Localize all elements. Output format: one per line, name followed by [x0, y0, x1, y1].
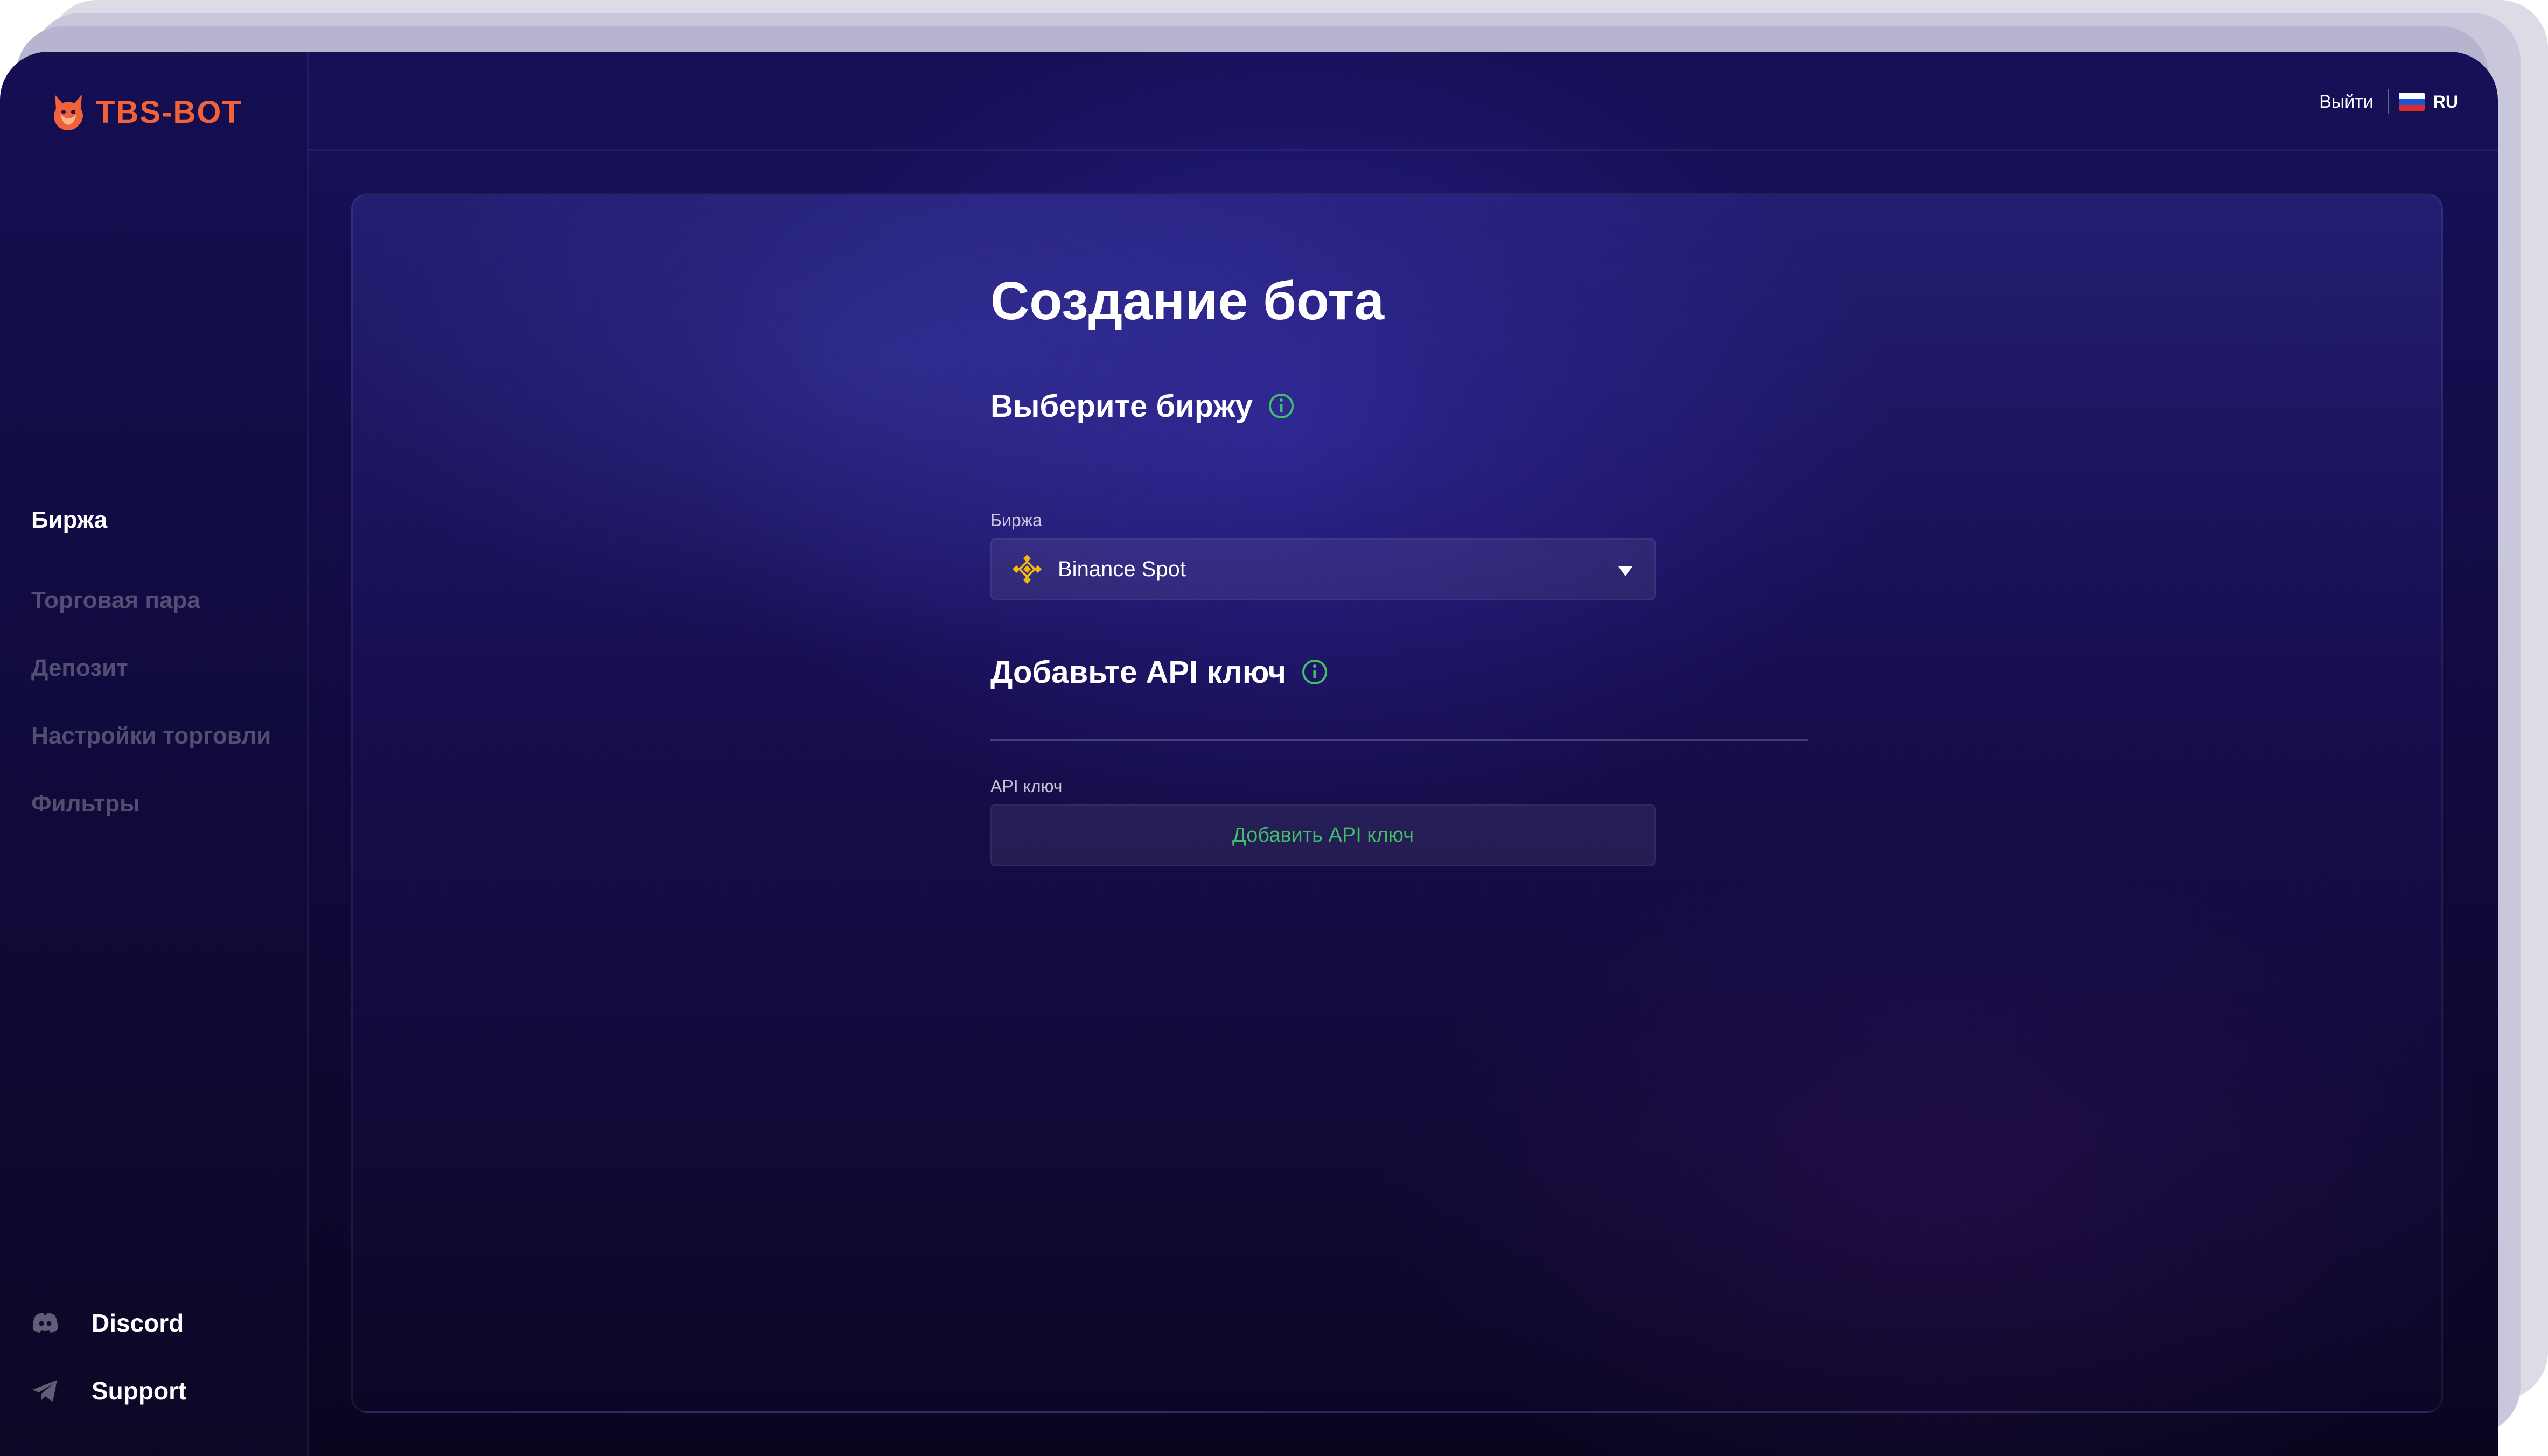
discord-label: Discord — [92, 1309, 184, 1337]
api-key-field-label: API ключ — [990, 776, 1063, 796]
add-api-key-button[interactable]: Добавить API ключ — [990, 804, 1656, 866]
logout-button[interactable]: Выйти — [2319, 92, 2374, 113]
telegram-icon — [32, 1380, 57, 1402]
support-label: Support — [92, 1377, 187, 1405]
app-window: TBS-BOT Биржа Торговая пара Депозит Наст… — [0, 52, 2498, 1456]
sidebar-item-exchange[interactable]: Биржа — [31, 499, 271, 542]
language-selector[interactable]: RU — [2433, 92, 2458, 112]
exchange-select[interactable]: Binance Spot — [990, 538, 1656, 600]
info-icon[interactable] — [1268, 393, 1295, 419]
info-icon[interactable] — [1301, 659, 1328, 685]
discord-icon — [32, 1313, 58, 1333]
exchange-section-title: Выберите биржу — [990, 384, 1295, 428]
discord-link[interactable]: Discord — [30, 1299, 184, 1347]
exchange-select-value: Binance Spot — [1058, 557, 1186, 581]
fox-logo-icon — [54, 95, 83, 130]
sidebar-item-filters[interactable]: Фильтры — [31, 770, 271, 838]
brand-name: TBS-BOT — [96, 94, 242, 130]
support-link[interactable]: Support — [30, 1367, 186, 1415]
sidebar: TBS-BOT Биржа Торговая пара Депозит Наст… — [0, 52, 309, 1456]
sidebar-item-trading-settings[interactable]: Настройки торговли — [31, 702, 271, 770]
binance-icon — [1012, 554, 1042, 584]
sidebar-item-deposit[interactable]: Депозит — [31, 634, 271, 702]
create-bot-card: Создание бота Выберите биржу Биржа Binan… — [351, 193, 2443, 1413]
page-title: Создание бота — [990, 271, 1385, 331]
sidebar-item-trading-pair[interactable]: Торговая пара — [31, 566, 271, 634]
exchange-section-heading: Выберите биржу — [990, 388, 1253, 424]
sidebar-nav: Биржа Торговая пара Депозит Настройки то… — [31, 499, 271, 838]
exchange-field-label: Биржа — [990, 510, 1042, 530]
section-divider — [990, 739, 1808, 741]
api-section-heading: Добавьте API ключ — [990, 654, 1286, 690]
api-section-title: Добавьте API ключ — [990, 650, 1328, 694]
logo[interactable]: TBS-BOT — [50, 90, 242, 134]
top-header: Выйти RU — [309, 52, 2498, 151]
russia-flag-icon[interactable] — [2398, 93, 2425, 111]
header-divider — [2387, 89, 2389, 114]
chevron-down-icon — [1618, 566, 1632, 576]
header-actions: Выйти RU — [2319, 89, 2458, 114]
